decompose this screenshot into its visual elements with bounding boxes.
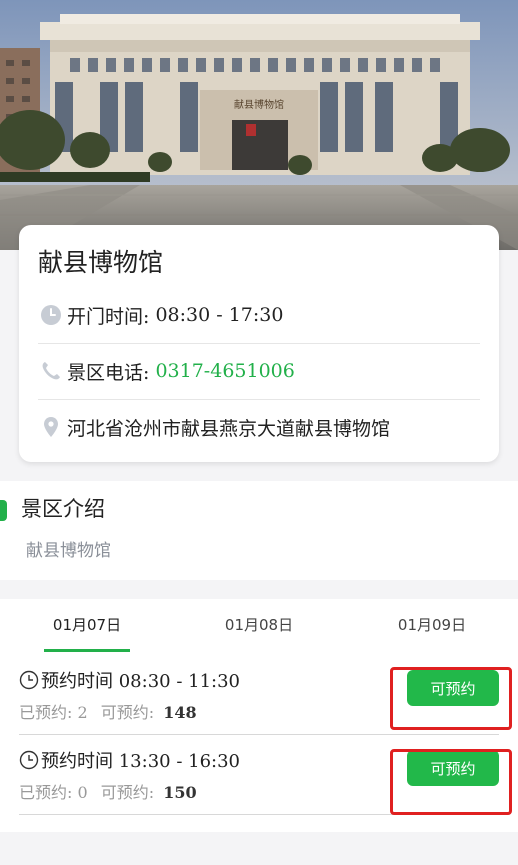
booked-count: 2 (77, 703, 88, 722)
phone-icon (38, 358, 64, 384)
address-row[interactable]: 河北省沧州市献县燕京大道献县博物馆 (38, 399, 480, 455)
hours-value: 08:30 - 17:30 (155, 304, 284, 326)
slot-time-text: 预约时间 08:30 - 11:30 (41, 671, 240, 692)
booked-label: 已预约: (19, 703, 73, 722)
clock-icon (19, 670, 39, 690)
phone-number-link[interactable]: 0317-4651006 (155, 360, 294, 382)
selected-tab-indicator (44, 649, 130, 652)
date-tab-3[interactable]: 01月09日 (372, 614, 492, 635)
address-text: 河北省沧州市献县燕京大道献县博物馆 (67, 417, 391, 440)
date-tab-1[interactable]: 01月07日 (27, 614, 147, 635)
phone-row[interactable]: 景区电话: 0317-4651006 (38, 343, 480, 400)
available-count: 150 (163, 783, 197, 802)
phone-label: 景区电话: (67, 361, 156, 384)
available-label: 可预约: (100, 783, 155, 802)
hours-label: 开门时间: (67, 305, 156, 328)
intro-title: 景区介绍 (21, 497, 105, 521)
slot-time: 预约时间 08:30 - 11:30 (19, 667, 240, 693)
intro-section: 景区介绍 献县博物馆 (0, 481, 518, 580)
building-sign-text: 献县博物馆 (234, 98, 284, 111)
slot-stats: 已预约: 2 可预约: 148 (19, 699, 197, 723)
highlight-box (390, 667, 512, 730)
opening-hours-row: 开门时间: 08:30 - 17:30 (38, 287, 480, 344)
available-count: 148 (163, 703, 197, 722)
booked-label: 已预约: (19, 783, 73, 802)
booked-count: 0 (77, 783, 88, 802)
section-accent-bar (0, 500, 7, 521)
clock-icon (19, 750, 39, 770)
clock-icon (38, 302, 64, 328)
date-tab-2[interactable]: 01月08日 (199, 614, 319, 635)
intro-text: 献县博物馆 (26, 541, 111, 561)
museum-info-card: 献县博物馆 开门时间: 08:30 - 17:30 景区电话: 0317-465… (19, 225, 499, 462)
location-pin-icon (38, 414, 64, 440)
museum-name: 献县博物馆 (38, 248, 164, 277)
slot-stats: 已预约: 0 可预约: 150 (19, 779, 197, 803)
slot-time-text: 预约时间 13:30 - 16:30 (41, 751, 240, 772)
slot-time: 预约时间 13:30 - 16:30 (19, 747, 240, 773)
highlight-box (390, 749, 512, 815)
museum-photo: 献县博物馆 (0, 0, 518, 250)
available-label: 可预约: (100, 703, 155, 722)
